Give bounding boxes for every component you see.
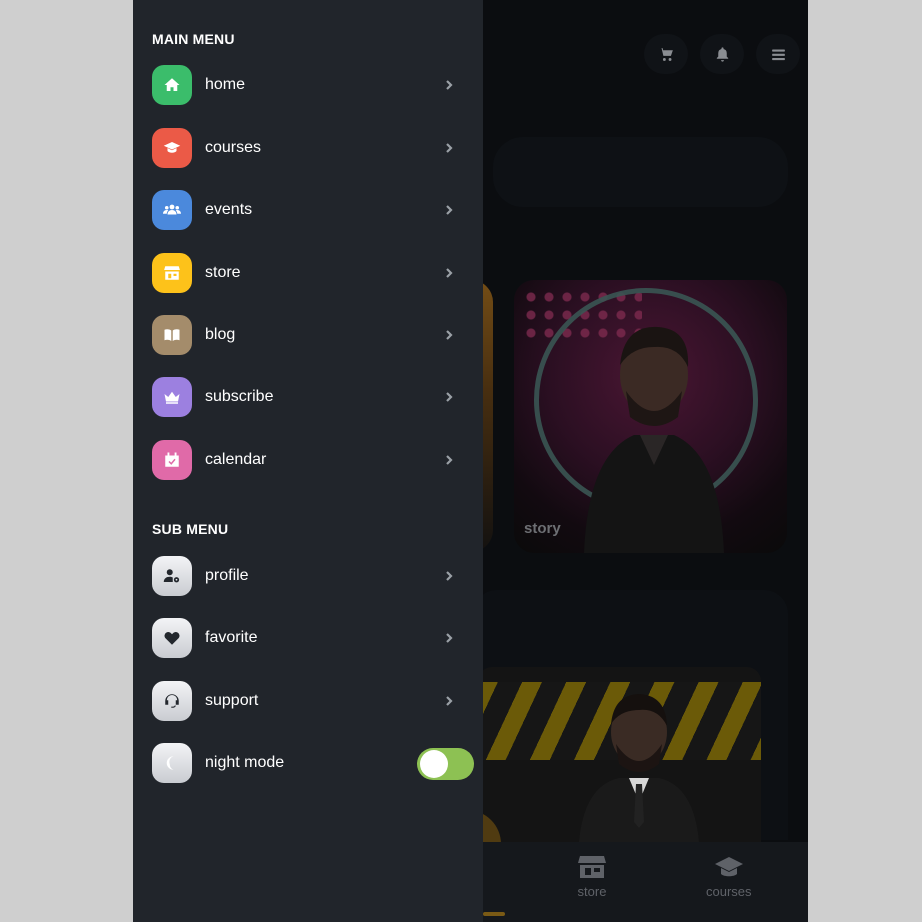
sidebar-item-label: subscribe bbox=[205, 388, 274, 405]
sidebar-item-label: events bbox=[205, 201, 253, 218]
graduation-cap-icon bbox=[152, 128, 192, 168]
toggle-knob bbox=[420, 750, 448, 778]
top-action-bar bbox=[644, 34, 800, 74]
sidebar-item-favorite[interactable]: favorite bbox=[152, 617, 462, 659]
users-icon bbox=[152, 190, 192, 230]
book-icon bbox=[152, 315, 192, 355]
chevron-right-icon bbox=[446, 571, 453, 581]
sidebar-item-label: courses bbox=[205, 139, 262, 156]
main-menu-title: MAIN MENU bbox=[152, 31, 235, 47]
hamburger-button[interactable] bbox=[756, 34, 800, 74]
sidebar-item-calendar[interactable]: calendar bbox=[152, 439, 462, 481]
sidebar-item-store[interactable]: store bbox=[152, 252, 462, 294]
sidebar-item-home[interactable]: home bbox=[152, 64, 462, 106]
search-bar[interactable] bbox=[493, 137, 788, 207]
crown-icon bbox=[152, 377, 192, 417]
story-card[interactable]: story bbox=[514, 280, 787, 553]
chevron-right-icon bbox=[446, 330, 453, 340]
sidebar-drawer: MAIN MENU home courses events store blog… bbox=[133, 0, 483, 922]
nav-courses-label: courses bbox=[706, 884, 752, 899]
chevron-right-icon bbox=[446, 143, 453, 153]
sidebar-item-subscribe[interactable]: subscribe bbox=[152, 376, 462, 418]
bell-icon bbox=[716, 46, 728, 62]
sidebar-item-label: calendar bbox=[205, 451, 267, 468]
cart-icon bbox=[658, 47, 673, 61]
story-label: story bbox=[524, 520, 561, 537]
menu-icon bbox=[771, 49, 785, 60]
sub-menu-title: SUB MENU bbox=[152, 521, 229, 537]
phone-screen: story store courses MAIN MENU home cours… bbox=[133, 0, 808, 922]
home-icon bbox=[152, 65, 192, 105]
sidebar-item-label: home bbox=[205, 76, 246, 93]
sidebar-item-profile[interactable]: profile bbox=[152, 555, 462, 597]
sidebar-item-label: blog bbox=[205, 326, 236, 343]
calendar-check-icon bbox=[152, 440, 192, 480]
graduation-cap-icon bbox=[714, 857, 743, 877]
store-icon bbox=[152, 253, 192, 293]
user-cog-icon bbox=[152, 556, 192, 596]
chevron-right-icon bbox=[446, 633, 453, 643]
sidebar-item-courses[interactable]: courses bbox=[152, 127, 462, 169]
nav-store-label: store bbox=[577, 884, 607, 899]
chevron-right-icon bbox=[446, 268, 453, 278]
moon-icon bbox=[152, 743, 192, 783]
sidebar-item-label: profile bbox=[205, 567, 249, 584]
store-icon bbox=[578, 856, 606, 878]
cart-button[interactable] bbox=[644, 34, 688, 74]
chevron-right-icon bbox=[446, 392, 453, 402]
notification-button[interactable] bbox=[700, 34, 744, 74]
video-card[interactable] bbox=[478, 667, 761, 842]
nav-store[interactable]: store bbox=[577, 854, 607, 899]
heart-icon bbox=[152, 618, 192, 658]
presenter-photo bbox=[579, 694, 699, 842]
nav-courses[interactable]: courses bbox=[706, 854, 752, 899]
chevron-right-icon bbox=[446, 80, 453, 90]
sidebar-item-label: store bbox=[205, 264, 241, 281]
sidebar-item-events[interactable]: events bbox=[152, 189, 462, 231]
sidebar-item-support[interactable]: support bbox=[152, 680, 462, 722]
person-photo bbox=[584, 326, 724, 553]
sidebar-item-label: support bbox=[205, 692, 259, 709]
headset-icon bbox=[152, 681, 192, 721]
chevron-right-icon bbox=[446, 696, 453, 706]
sidebar-item-blog[interactable]: blog bbox=[152, 314, 462, 356]
chevron-right-icon bbox=[446, 205, 453, 215]
night-mode-toggle[interactable] bbox=[417, 748, 474, 780]
chevron-right-icon bbox=[446, 455, 453, 465]
nav-active-indicator bbox=[483, 912, 505, 916]
sidebar-item-night-mode: night mode bbox=[152, 742, 462, 784]
sidebar-item-label: favorite bbox=[205, 629, 258, 646]
